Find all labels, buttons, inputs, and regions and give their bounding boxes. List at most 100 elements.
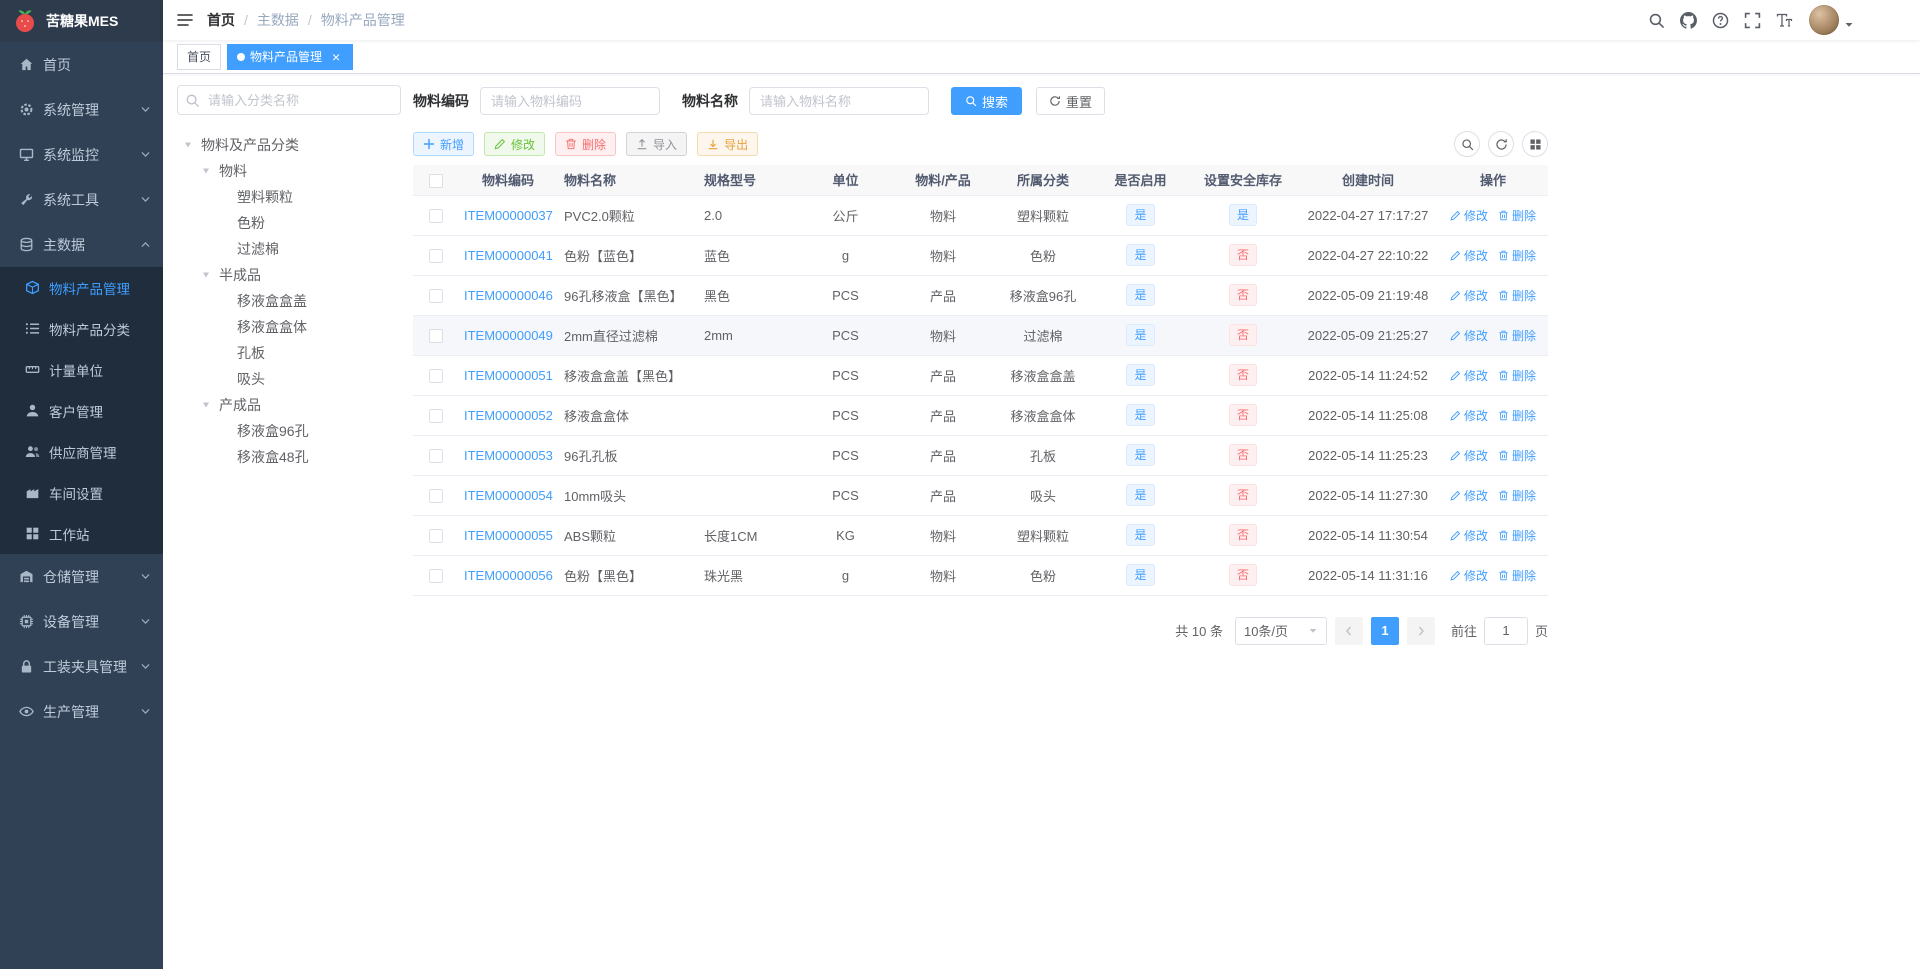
- item-code-link[interactable]: ITEM00000052: [464, 408, 553, 423]
- row-checkbox[interactable]: [428, 368, 443, 383]
- row-delete-link[interactable]: 删除: [1498, 247, 1536, 264]
- columns-button[interactable]: [1522, 131, 1548, 157]
- item-code-link[interactable]: ITEM00000041: [464, 248, 553, 263]
- hamburger-icon[interactable]: [163, 0, 207, 40]
- prev-page-button[interactable]: [1334, 616, 1363, 645]
- next-page-button[interactable]: [1406, 616, 1435, 645]
- row-checkbox[interactable]: [428, 248, 443, 263]
- page-number-1[interactable]: 1: [1370, 616, 1399, 645]
- row-delete-link[interactable]: 删除: [1498, 327, 1536, 344]
- item-code-link[interactable]: ITEM00000056: [464, 568, 553, 583]
- sidebar-item-material-category[interactable]: 物料产品分类: [0, 308, 163, 349]
- reset-button[interactable]: 重置: [1036, 87, 1106, 115]
- row-edit-link[interactable]: 修改: [1450, 207, 1488, 224]
- row-delete-link[interactable]: 删除: [1498, 367, 1536, 384]
- delete-button[interactable]: 删除: [555, 132, 617, 156]
- row-delete-link[interactable]: 删除: [1498, 407, 1536, 424]
- tree-expand-icon[interactable]: [183, 140, 201, 150]
- item-code-link[interactable]: ITEM00000051: [464, 368, 553, 383]
- row-delete-link[interactable]: 删除: [1498, 527, 1536, 544]
- sidebar-item-master-data[interactable]: 主数据: [0, 222, 163, 267]
- row-edit-link[interactable]: 修改: [1450, 447, 1488, 464]
- sidebar-item-monitor[interactable]: 系统监控: [0, 132, 163, 177]
- row-checkbox[interactable]: [428, 528, 443, 543]
- fullscreen-icon[interactable]: [1737, 5, 1767, 35]
- close-icon[interactable]: ×: [329, 50, 343, 64]
- row-edit-link[interactable]: 修改: [1450, 287, 1488, 304]
- tree-expand-icon[interactable]: [201, 166, 219, 176]
- row-delete-link[interactable]: 删除: [1498, 447, 1536, 464]
- row-edit-link[interactable]: 修改: [1450, 407, 1488, 424]
- row-delete-link[interactable]: 删除: [1498, 487, 1536, 504]
- name-filter-input[interactable]: [749, 87, 929, 115]
- row-checkbox[interactable]: [428, 408, 443, 423]
- row-checkbox[interactable]: [428, 488, 443, 503]
- font-size-icon[interactable]: [1769, 5, 1799, 35]
- sidebar-item-fixture[interactable]: 工装夹具管理: [0, 644, 163, 689]
- sidebar-item-system[interactable]: 系统管理: [0, 87, 163, 132]
- row-delete-link[interactable]: 删除: [1498, 287, 1536, 304]
- item-code-link[interactable]: ITEM00000054: [464, 488, 553, 503]
- header-search-icon[interactable]: [1641, 5, 1671, 35]
- tree-node[interactable]: 移液盒盒盖: [177, 288, 401, 314]
- item-code-link[interactable]: ITEM00000055: [464, 528, 553, 543]
- tree-node[interactable]: 移液盒盒体: [177, 314, 401, 340]
- tab-material-product[interactable]: 物料产品管理 ×: [227, 43, 354, 70]
- tree-node[interactable]: 移液盒96孔: [177, 418, 401, 444]
- goto-page-input[interactable]: [1483, 616, 1528, 645]
- select-all-checkbox[interactable]: [428, 173, 443, 188]
- github-icon[interactable]: [1673, 5, 1703, 35]
- tree-node[interactable]: 塑料颗粒: [177, 184, 401, 210]
- item-code-link[interactable]: ITEM00000053: [464, 448, 553, 463]
- item-code-link[interactable]: ITEM00000049: [464, 328, 553, 343]
- row-edit-link[interactable]: 修改: [1450, 367, 1488, 384]
- tree-expand-icon[interactable]: [201, 270, 219, 280]
- tree-node[interactable]: 孔板: [177, 340, 401, 366]
- toggle-search-button[interactable]: [1454, 131, 1480, 157]
- tree-node[interactable]: 移液盒48孔: [177, 444, 401, 470]
- row-checkbox[interactable]: [428, 208, 443, 223]
- sidebar-item-workshop[interactable]: 车间设置: [0, 472, 163, 513]
- item-code-link[interactable]: ITEM00000046: [464, 288, 553, 303]
- sidebar-item-equipment[interactable]: 设备管理: [0, 599, 163, 644]
- edit-button[interactable]: 修改: [484, 132, 546, 156]
- row-delete-link[interactable]: 删除: [1498, 567, 1536, 584]
- row-checkbox[interactable]: [428, 328, 443, 343]
- row-checkbox[interactable]: [428, 448, 443, 463]
- code-filter-input[interactable]: [480, 87, 660, 115]
- page-size-select[interactable]: 10条/页: [1234, 616, 1327, 645]
- export-button[interactable]: 导出: [697, 132, 759, 156]
- breadcrumb-item[interactable]: 主数据: [257, 10, 299, 30]
- tree-node[interactable]: 色粉: [177, 210, 401, 236]
- app-logo[interactable]: 苦糖果MES: [0, 0, 163, 42]
- row-edit-link[interactable]: 修改: [1450, 487, 1488, 504]
- row-edit-link[interactable]: 修改: [1450, 247, 1488, 264]
- refresh-button[interactable]: [1488, 131, 1514, 157]
- row-edit-link[interactable]: 修改: [1450, 567, 1488, 584]
- tree-expand-icon[interactable]: [201, 400, 219, 410]
- tree-node[interactable]: 物料及产品分类: [177, 132, 401, 158]
- import-button[interactable]: 导入: [626, 132, 688, 156]
- help-icon[interactable]: [1705, 5, 1735, 35]
- category-search-input[interactable]: [177, 85, 401, 115]
- tree-node[interactable]: 过滤棉: [177, 236, 401, 262]
- row-checkbox[interactable]: [428, 568, 443, 583]
- tree-node[interactable]: 物料: [177, 158, 401, 184]
- tree-node[interactable]: 半成品: [177, 262, 401, 288]
- sidebar-item-production[interactable]: 生产管理: [0, 689, 163, 734]
- row-edit-link[interactable]: 修改: [1450, 327, 1488, 344]
- sidebar-item-workstation[interactable]: 工作站: [0, 513, 163, 554]
- row-delete-link[interactable]: 删除: [1498, 207, 1536, 224]
- sidebar-item-tools[interactable]: 系统工具: [0, 177, 163, 222]
- sidebar-item-material-product[interactable]: 物料产品管理: [0, 267, 163, 308]
- breadcrumb-item[interactable]: 首页: [207, 10, 235, 30]
- tree-node[interactable]: 吸头: [177, 366, 401, 392]
- item-code-link[interactable]: ITEM00000037: [464, 208, 553, 223]
- sidebar-item-measure-unit[interactable]: 计量单位: [0, 349, 163, 390]
- user-menu[interactable]: [1809, 5, 1854, 35]
- sidebar-item-customer[interactable]: 客户管理: [0, 390, 163, 431]
- sidebar-item-warehouse[interactable]: 仓储管理: [0, 554, 163, 599]
- sidebar-item-supplier[interactable]: 供应商管理: [0, 431, 163, 472]
- row-edit-link[interactable]: 修改: [1450, 527, 1488, 544]
- row-checkbox[interactable]: [428, 288, 443, 303]
